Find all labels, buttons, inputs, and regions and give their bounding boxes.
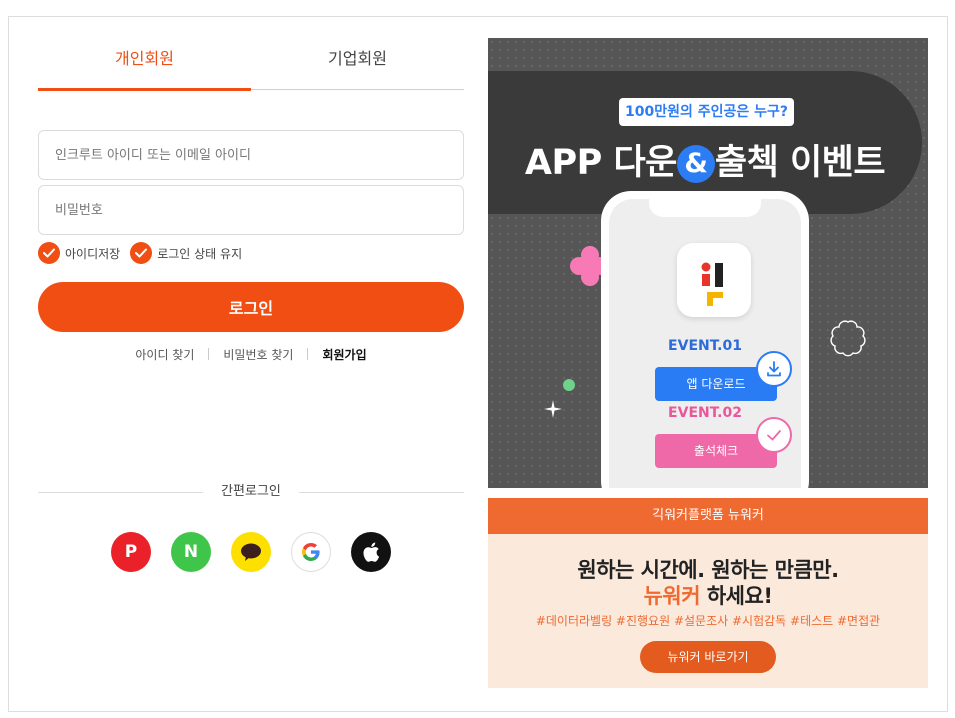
- sparkle-icon: [544, 400, 562, 418]
- newworker-go-button[interactable]: 뉴워커 바로가기: [640, 641, 776, 673]
- check-icon: [38, 242, 60, 264]
- incruit-app-icon: [677, 243, 751, 317]
- join-link[interactable]: 회원가입: [322, 348, 366, 362]
- newworker-tags: #데이터라벨링 #진행요원 #설문조사 #시험감독 #테스트 #면접관: [535, 614, 881, 628]
- divider: [208, 348, 210, 360]
- newworker-header: 긱워커플랫폼 뉴워커: [488, 498, 928, 534]
- tab-personal[interactable]: 개인회원: [38, 38, 251, 90]
- login-button[interactable]: 로그인: [38, 282, 464, 332]
- newworker-headline-rest: 하세요!: [700, 584, 773, 608]
- green-dot: [563, 379, 575, 391]
- flower-outline-icon: [830, 320, 866, 357]
- kakao-login-button[interactable]: [231, 532, 271, 572]
- newworker-brand: 뉴워커: [643, 584, 701, 608]
- divider: [307, 348, 309, 360]
- apple-login-button[interactable]: [351, 532, 391, 572]
- google-icon: [302, 543, 320, 561]
- banner-title: APP 다운 & 출첵 이벤트: [488, 134, 922, 185]
- google-login-button[interactable]: [291, 532, 331, 572]
- phone-mockup: EVENT.01 앱 다운로드 EVENT.02 출석체크: [601, 191, 809, 488]
- easy-login-heading: 간편로그인: [38, 482, 464, 502]
- find-id-link[interactable]: 아이디 찾기: [135, 348, 194, 362]
- save-id-checkbox[interactable]: 아이디저장: [38, 242, 120, 264]
- save-id-label: 아이디저장: [65, 246, 121, 261]
- banner-title-part1: APP 다운: [524, 143, 677, 183]
- phone-screen: EVENT.01 앱 다운로드 EVENT.02 출석체크: [609, 199, 801, 488]
- naver-icon: N: [183, 542, 199, 562]
- banner-badge: 100만원의 주인공은 누구?: [619, 98, 795, 126]
- divider: [299, 492, 464, 493]
- tab-company[interactable]: 기업회원: [251, 38, 464, 90]
- login-options: 아이디저장 로그인 상태 유지: [38, 241, 252, 265]
- check-icon: [756, 417, 792, 453]
- phone-notch: [649, 199, 761, 217]
- member-type-tabs: 개인회원 기업회원: [38, 38, 464, 91]
- keep-login-checkbox[interactable]: 로그인 상태 유지: [130, 242, 242, 264]
- password-input[interactable]: [39, 186, 463, 234]
- find-password-link[interactable]: 비밀번호 찾기: [223, 348, 293, 362]
- password-field-wrapper: [38, 185, 464, 235]
- banner-title-part2: 출첵 이벤트: [714, 143, 886, 183]
- keep-login-label: 로그인 상태 유지: [157, 246, 243, 261]
- kakao-icon: [241, 543, 261, 561]
- active-tab-indicator: [38, 88, 251, 91]
- apple-icon: [363, 542, 380, 562]
- payco-icon: P: [124, 542, 138, 562]
- ampersand-badge: &: [676, 145, 715, 183]
- id-field-wrapper: [38, 130, 464, 180]
- id-input[interactable]: [39, 131, 463, 179]
- check-icon: [130, 242, 153, 264]
- app-event-banner[interactable]: 100만원의 주인공은 누구? APP 다운 & 출첵 이벤트 EVENT.01 앱…: [488, 38, 928, 488]
- payco-login-button[interactable]: P: [111, 532, 151, 572]
- download-icon: [756, 351, 792, 387]
- account-links: 아이디 찾기 비밀번호 찾기 회원가입: [38, 346, 464, 363]
- newworker-banner[interactable]: 긱워커플랫폼 뉴워커 원하는 시간에. 원하는 만큼만. 뉴워커 하세요! #데…: [488, 498, 928, 688]
- naver-login-button[interactable]: N: [171, 532, 211, 572]
- newworker-headline-2: 뉴워커 하세요!: [488, 580, 928, 610]
